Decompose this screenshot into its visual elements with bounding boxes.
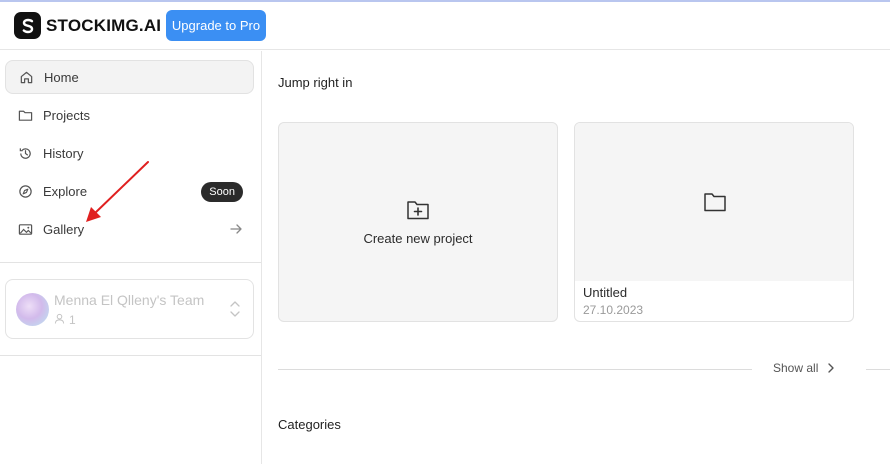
compass-icon <box>17 183 33 199</box>
image-icon <box>17 221 33 237</box>
chevron-right-icon <box>828 363 835 373</box>
categories-heading: Categories <box>278 417 341 432</box>
header: STOCKIMG.AI Upgrade to Pro <box>0 2 890 50</box>
sidebar-divider <box>0 355 261 356</box>
sidebar-divider <box>0 262 261 263</box>
sidebar-item-label: Gallery <box>43 221 85 237</box>
main-content: Jump right in Create new project Untitle… <box>263 51 890 464</box>
jump-right-in-heading: Jump right in <box>278 75 353 90</box>
sidebar-item-projects[interactable]: Projects <box>5 98 254 132</box>
sidebar-item-label: Projects <box>43 107 90 123</box>
create-new-project-label: Create new project <box>363 231 473 246</box>
project-date: 27.10.2023 <box>583 303 644 317</box>
home-icon <box>18 69 34 85</box>
sidebar: Home Projects History Explore Soon Galle… <box>0 51 262 464</box>
team-members: 1 <box>54 313 76 327</box>
team-switcher[interactable]: Menna El Qlleny's Team 1 <box>5 279 254 339</box>
show-all-button[interactable]: Show all <box>773 361 835 375</box>
chevron-up-down-icon <box>229 300 241 318</box>
upgrade-to-pro-button[interactable]: Upgrade to Pro <box>166 10 266 41</box>
logo[interactable]: STOCKIMG.AI <box>14 12 161 39</box>
project-card[interactable]: Untitled 27.10.2023 <box>574 122 854 322</box>
project-name: Untitled <box>583 285 628 300</box>
arrow-right-icon <box>228 221 244 237</box>
divider-line <box>866 369 890 370</box>
logo-text: STOCKIMG.AI <box>46 15 162 35</box>
user-icon <box>54 313 65 327</box>
sidebar-item-label: History <box>43 145 84 161</box>
sidebar-item-home[interactable]: Home <box>5 60 254 94</box>
sidebar-item-label: Home <box>44 69 79 85</box>
folder-icon <box>17 107 33 123</box>
divider-line <box>278 369 752 370</box>
soon-badge: Soon <box>201 182 243 202</box>
annotation-arrow-icon <box>86 161 149 222</box>
folder-plus-icon <box>406 199 430 221</box>
project-thumbnail <box>575 123 853 281</box>
avatar <box>16 293 49 326</box>
history-icon <box>17 145 33 161</box>
logo-icon <box>14 12 41 39</box>
team-name: Menna El Qlleny's Team <box>54 292 205 308</box>
member-count: 1 <box>69 313 76 327</box>
folder-icon <box>703 191 727 213</box>
show-all-label: Show all <box>773 361 819 375</box>
create-new-project-card[interactable]: Create new project <box>278 122 558 322</box>
